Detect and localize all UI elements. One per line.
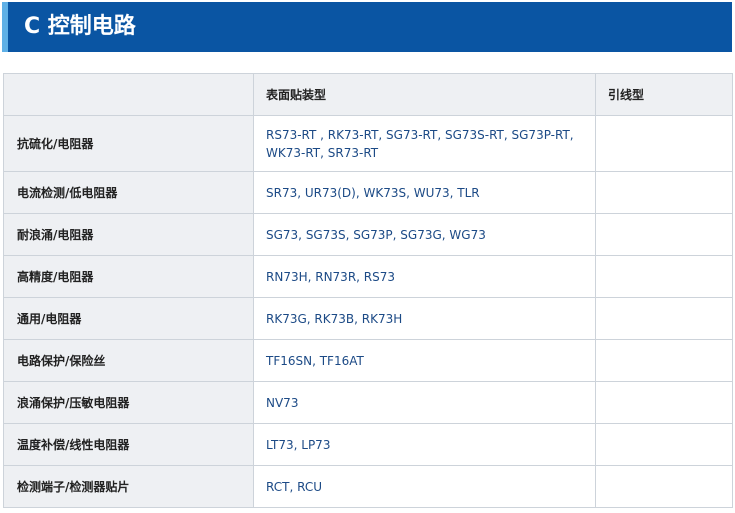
row-smd-products[interactable]: TF16SN, TF16AT [253,339,596,382]
table-row: 电路保护/保险丝 TF16SN, TF16AT [3,339,733,382]
table-row: 浪涌保护/压敏电阻器 NV73 [3,381,733,424]
row-leaded-products [595,423,733,466]
table-row: 通用/电阻器 RK73G, RK73B, RK73H [3,297,733,340]
row-smd-products[interactable]: SR73, UR73(D), WK73S, WU73, TLR [253,171,596,214]
row-smd-products[interactable]: RCT, RCU [253,465,596,508]
row-smd-products[interactable]: RS73-RT , RK73-RT, SG73-RT, SG73S-RT, SG… [253,115,596,172]
row-smd-products[interactable]: LT73, LP73 [253,423,596,466]
table-header-row: 表面贴装型 引线型 [3,73,733,116]
header-category [3,73,254,116]
row-smd-products[interactable]: RN73H, RN73R, RS73 [253,255,596,298]
row-leaded-products [595,171,733,214]
row-leaded-products [595,213,733,256]
table-row: 温度补偿/线性电阻器 LT73, LP73 [3,423,733,466]
table-row: 检测端子/检测器贴片 RCT, RCU [3,465,733,508]
row-leaded-products [595,381,733,424]
row-leaded-products [595,465,733,508]
header-leaded: 引线型 [595,73,733,116]
row-smd-products[interactable]: SG73, SG73S, SG73P, SG73G, WG73 [253,213,596,256]
header-surface-mount: 表面贴装型 [253,73,596,116]
table-row: 耐浪涌/电阻器 SG73, SG73S, SG73P, SG73G, WG73 [3,213,733,256]
row-category: 浪涌保护/压敏电阻器 [3,381,254,424]
row-leaded-products [595,297,733,340]
row-category: 检测端子/检测器贴片 [3,465,254,508]
table-row: 电流检测/低电阻器 SR73, UR73(D), WK73S, WU73, TL… [3,171,733,214]
section-banner: C 控制电路 [2,2,732,52]
row-smd-products[interactable]: RK73G, RK73B, RK73H [253,297,596,340]
product-table: 表面贴装型 引线型 抗硫化/电阻器 RS73-RT , RK73-RT, SG7… [3,73,733,508]
row-category: 电路保护/保险丝 [3,339,254,382]
row-category: 温度补偿/线性电阻器 [3,423,254,466]
row-category: 通用/电阻器 [3,297,254,340]
row-category: 电流检测/低电阻器 [3,171,254,214]
row-leaded-products [595,115,733,172]
row-category: 耐浪涌/电阻器 [3,213,254,256]
row-leaded-products [595,255,733,298]
section-title: C 控制电路 [24,14,136,39]
row-category: 高精度/电阻器 [3,255,254,298]
row-category: 抗硫化/电阻器 [3,115,254,172]
table-row: 抗硫化/电阻器 RS73-RT , RK73-RT, SG73-RT, SG73… [3,115,733,172]
row-smd-products[interactable]: NV73 [253,381,596,424]
table-row: 高精度/电阻器 RN73H, RN73R, RS73 [3,255,733,298]
row-leaded-products [595,339,733,382]
